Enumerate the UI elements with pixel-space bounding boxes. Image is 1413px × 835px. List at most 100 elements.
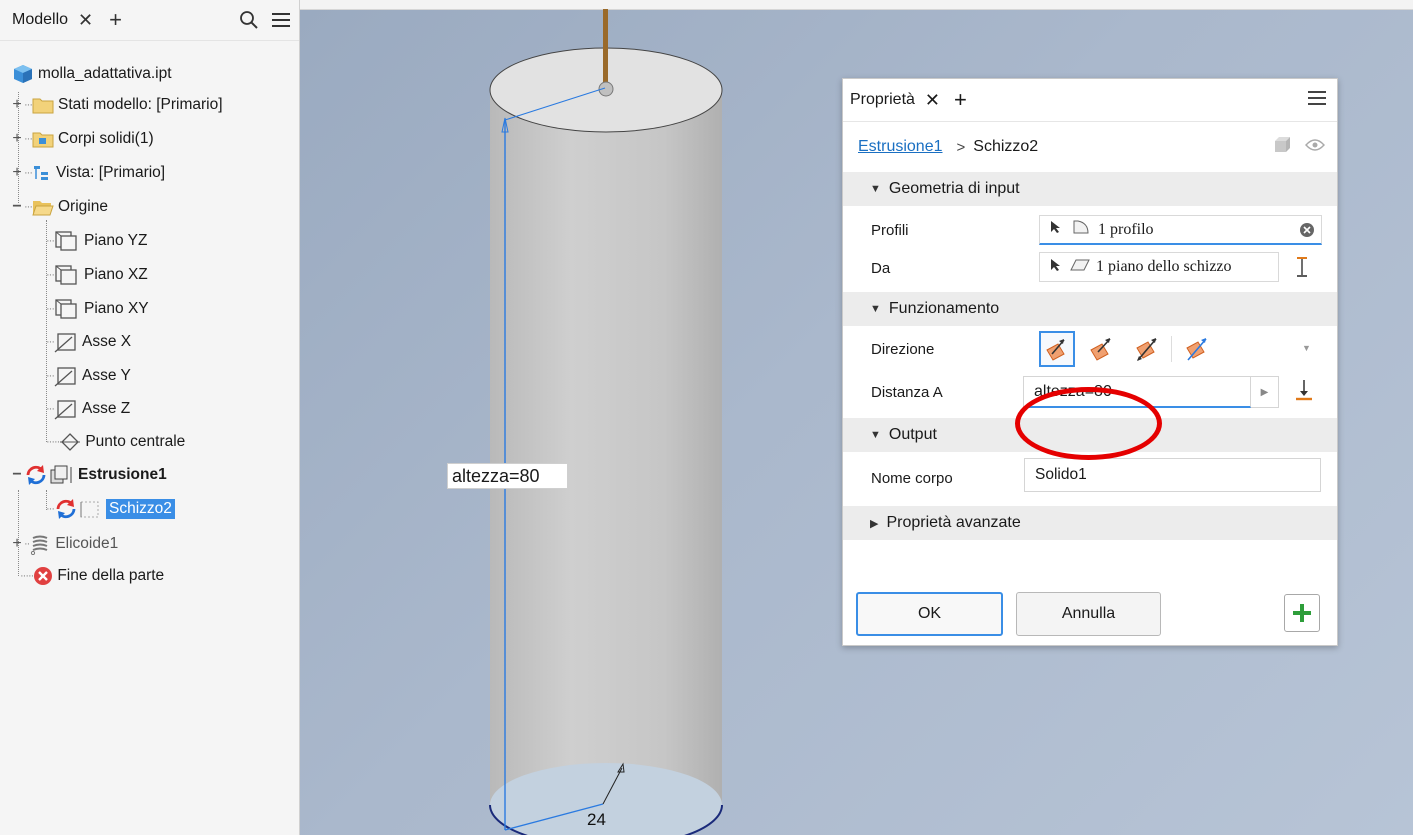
- body-name-input[interactable]: Solido1: [1024, 458, 1321, 492]
- row-from: Da 1 piano dello schizzo: [843, 248, 1337, 288]
- direction-asymmetric-button[interactable]: [1179, 331, 1215, 367]
- distance-options-arrow[interactable]: ▶: [1251, 376, 1279, 408]
- profiles-selector[interactable]: 1 profilo: [1039, 215, 1322, 245]
- field-label: Profili: [871, 221, 909, 239]
- eye-icon[interactable]: [1305, 138, 1325, 156]
- tree-item-label: Piano XY: [84, 300, 149, 317]
- cancel-button[interactable]: Annulla: [1016, 592, 1161, 636]
- close-icon[interactable]: ✕: [925, 90, 940, 111]
- tree-item-label: Corpi solidi(1): [58, 130, 154, 147]
- add-tab-icon[interactable]: +: [954, 89, 967, 111]
- breadcrumb-separator: >: [956, 138, 966, 156]
- browser-header: Modello ✕ +: [0, 0, 299, 41]
- work-axis-icon: [54, 365, 78, 387]
- work-point-icon: [59, 431, 81, 453]
- expand-icon[interactable]: +: [10, 164, 24, 182]
- solid-bodies-folder-icon: [32, 130, 54, 148]
- update-required-icon[interactable]: [24, 464, 48, 486]
- clear-selection-icon[interactable]: [1299, 222, 1315, 243]
- direction-symmetric-button[interactable]: [1129, 331, 1165, 367]
- body-visibility-icon[interactable]: [1273, 136, 1291, 158]
- part-cube-icon: [12, 64, 34, 84]
- close-icon[interactable]: ✕: [78, 10, 93, 31]
- tree-item-axis-y[interactable]: ··· Asse Y: [46, 359, 131, 393]
- plus-icon: [1293, 604, 1311, 622]
- flip-icon[interactable]: [1294, 256, 1310, 282]
- field-label: Direzione: [871, 340, 935, 358]
- sketch-icon: [78, 498, 102, 520]
- update-required-icon[interactable]: [54, 498, 78, 520]
- tree-item-axis-z[interactable]: ··· Asse Z: [46, 392, 130, 426]
- tree-item-center-point[interactable]: ····· Punto centrale: [46, 425, 185, 459]
- tree-item-origin[interactable]: − ··· Origine: [10, 190, 108, 224]
- tree-item-label: Piano XZ: [84, 266, 148, 283]
- work-axis-icon: [54, 331, 78, 353]
- search-icon[interactable]: [239, 10, 259, 30]
- menu-icon[interactable]: [271, 11, 291, 29]
- section-input-geometry[interactable]: ▼ Geometria di input: [843, 172, 1337, 206]
- extent-icon[interactable]: [1295, 378, 1313, 406]
- highlight-circle-annotation: [1015, 387, 1162, 460]
- section-title: Proprietà avanzate: [886, 514, 1021, 531]
- direction-default-button[interactable]: [1039, 331, 1075, 367]
- properties-panel: Proprietà ✕ + Estrusione1 > Schizzo2 ▼ G…: [842, 78, 1338, 646]
- tree-item-extrusion[interactable]: − Estrusione1: [10, 458, 167, 492]
- sketch-plane-icon: [1070, 258, 1090, 277]
- tree-item-label: Stati modello: [Primario]: [58, 96, 223, 113]
- ok-button[interactable]: OK: [856, 592, 1003, 636]
- tree-item-part[interactable]: molla_adattativa.ipt: [12, 57, 172, 91]
- field-label: Distanza A: [871, 383, 943, 401]
- dimension-label[interactable]: altezza=80: [447, 463, 568, 489]
- direction-flipped-button[interactable]: [1083, 331, 1119, 367]
- cursor-arrow-icon: [1050, 258, 1062, 277]
- add-tab-icon[interactable]: +: [109, 9, 122, 31]
- tree-item-sketch[interactable]: ··· Schizzo2: [46, 492, 175, 526]
- tree-item-label: Estrusione1: [78, 466, 167, 483]
- coil-icon: [29, 533, 51, 555]
- section-advanced[interactable]: ▶ Proprietà avanzate: [843, 506, 1337, 540]
- section-title: Output: [888, 426, 937, 443]
- expand-icon[interactable]: +: [10, 130, 24, 148]
- field-label: Da: [871, 259, 891, 277]
- expand-triangle-icon: ▶: [870, 517, 879, 530]
- tree-item-view[interactable]: + ··· Vista: [Primario]: [10, 156, 165, 190]
- row-profiles: Profili 1 profilo: [843, 212, 1337, 248]
- tree-item-plane-yz[interactable]: ··· Piano YZ: [46, 224, 147, 258]
- properties-tab-title[interactable]: Proprietà: [850, 91, 915, 109]
- expand-icon[interactable]: +: [10, 96, 24, 114]
- tree-item-axis-x[interactable]: ··· Asse X: [46, 325, 131, 359]
- tree-item-plane-xy[interactable]: ··· Piano XY: [46, 292, 149, 326]
- tree-item-label: Punto centrale: [85, 433, 186, 450]
- tree-item-solid-bodies[interactable]: + ··· Corpi solidi(1): [10, 122, 154, 156]
- collapse-icon[interactable]: −: [10, 198, 24, 216]
- radius-dimension-label[interactable]: 24: [587, 810, 606, 830]
- breadcrumb-feature-link[interactable]: Estrusione1: [858, 138, 943, 156]
- collapse-icon[interactable]: −: [10, 466, 24, 484]
- work-plane-icon: [54, 230, 80, 252]
- tree-item-helix[interactable]: + ·· Elicoide1: [10, 527, 118, 561]
- tree-item-model-states[interactable]: + ··· Stati modello: [Primario]: [10, 88, 223, 122]
- extrude-feature-icon: [48, 464, 74, 486]
- work-axis-icon: [54, 398, 78, 420]
- section-behavior[interactable]: ▼ Funzionamento: [843, 292, 1337, 326]
- cursor-arrow-icon: [1050, 220, 1062, 239]
- tree-item-plane-xz[interactable]: ··· Piano XZ: [46, 258, 148, 292]
- expand-icon[interactable]: +: [10, 535, 24, 553]
- profiles-value: 1 profilo: [1098, 220, 1154, 238]
- direction-divider: [1171, 336, 1172, 362]
- folder-icon: [32, 96, 54, 114]
- collapse-triangle-icon: ▼: [870, 303, 881, 315]
- chevron-down-icon[interactable]: ▼: [1302, 343, 1311, 353]
- tree-item-label: Origine: [58, 198, 108, 215]
- browser-tab-title[interactable]: Modello: [12, 11, 68, 29]
- row-direction: Direzione ▼: [843, 326, 1337, 372]
- tree-item-end-of-part[interactable]: ····· Fine della parte: [10, 559, 164, 593]
- row-body-name: Nome corpo Solido1: [843, 456, 1337, 500]
- apply-add-button[interactable]: [1284, 594, 1320, 632]
- from-selector[interactable]: 1 piano dello schizzo: [1039, 252, 1279, 282]
- menu-icon[interactable]: [1307, 89, 1327, 111]
- tree-item-label: Vista: [Primario]: [56, 164, 166, 181]
- error-icon: [33, 566, 53, 586]
- breadcrumb-sketch[interactable]: Schizzo2: [973, 138, 1038, 156]
- field-label: Nome corpo: [871, 469, 953, 487]
